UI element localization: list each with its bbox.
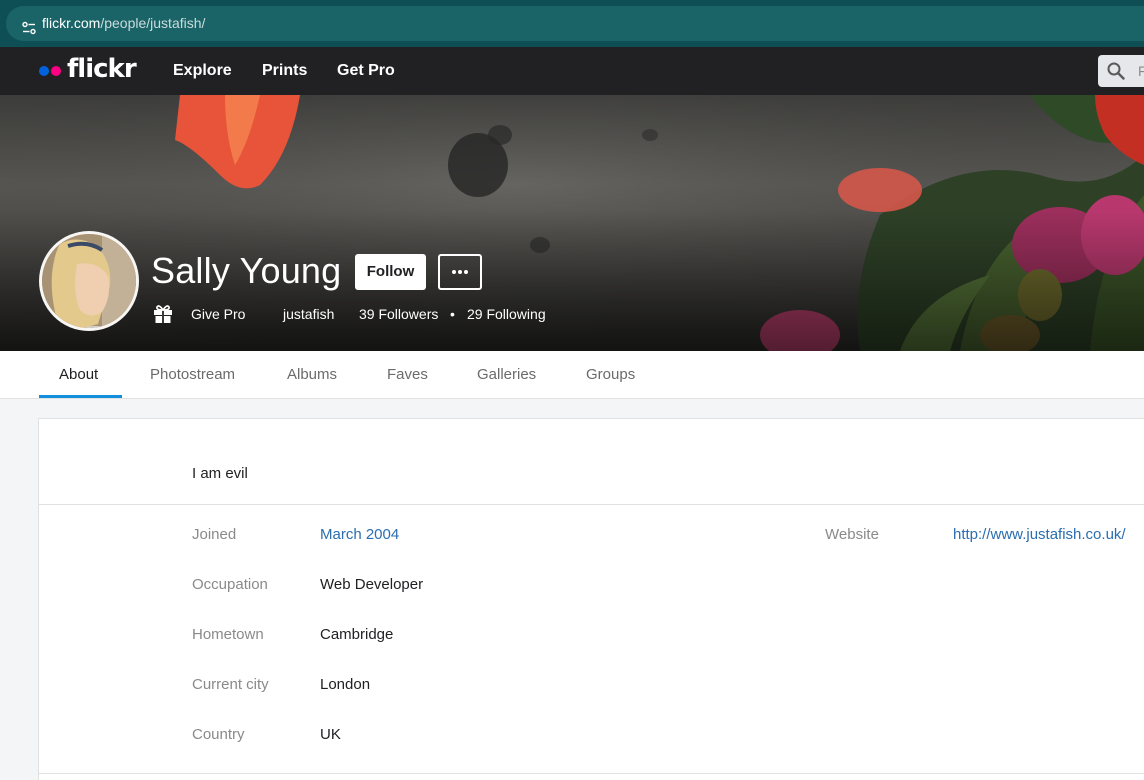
occupation-label: Occupation	[192, 576, 268, 593]
url-path: /people/justafish/	[100, 15, 206, 31]
country-label: Country	[192, 726, 245, 743]
tab-galleries[interactable]: Galleries	[477, 366, 536, 383]
current-city-label: Current city	[192, 676, 269, 693]
occupation-value: Web Developer	[320, 576, 424, 593]
follow-button[interactable]: Follow	[355, 254, 426, 290]
hometown-label: Hometown	[192, 626, 264, 643]
more-options-icon	[452, 270, 456, 274]
profile-tabs: About Photostream Albums Faves Galleries…	[0, 351, 1144, 399]
active-tab-indicator	[39, 395, 122, 398]
search-icon[interactable]	[1107, 62, 1125, 80]
gift-icon[interactable]	[153, 304, 173, 324]
tab-groups[interactable]: Groups	[586, 366, 635, 383]
tab-faves[interactable]: Faves	[387, 366, 428, 383]
search-input[interactable]: F	[1098, 55, 1144, 87]
following-link[interactable]: 29 Following	[467, 306, 546, 322]
current-city-value: London	[320, 676, 371, 693]
give-pro-link[interactable]: Give Pro	[191, 306, 245, 322]
logo-blue-dot	[39, 66, 49, 76]
profile-description: I am evil	[192, 465, 248, 482]
tab-albums[interactable]: Albums	[287, 366, 337, 383]
nav-prints-link[interactable]: Prints	[262, 62, 307, 80]
tab-photostream[interactable]: Photostream	[150, 366, 235, 383]
country-value: UK	[320, 726, 341, 743]
nav-explore-link[interactable]: Explore	[173, 62, 232, 80]
followers-link[interactable]: 39 Followers	[359, 306, 438, 322]
site-navbar: flickr Explore Prints Get Pro F	[0, 47, 1144, 95]
url-text[interactable]: flickr.com/people/justafish/	[42, 15, 205, 31]
flickr-logo[interactable]: flickr	[39, 54, 137, 86]
divider	[39, 504, 1144, 505]
username: justafish	[283, 306, 335, 322]
meta-separator: •	[450, 306, 455, 322]
divider-bottom	[39, 773, 1144, 774]
website-link[interactable]: http://www.justafish.co.uk/	[953, 526, 1126, 543]
nav-get-pro-link[interactable]: Get Pro	[337, 62, 395, 80]
hometown-value: Cambridge	[320, 626, 394, 643]
site-settings-icon[interactable]	[22, 21, 36, 35]
about-card: I am evil Joined March 2004 Occupation W…	[38, 418, 1144, 780]
logo-wordmark: flickr	[67, 54, 137, 84]
search-placeholder: F	[1138, 63, 1144, 79]
profile-name: Sally Young	[151, 250, 342, 291]
more-options-button[interactable]	[438, 254, 482, 290]
more-options-icon-dot-3	[464, 270, 468, 274]
browser-address-bar: flickr.com/people/justafish/	[0, 0, 1144, 47]
more-options-icon-dot-2	[458, 270, 462, 274]
tab-about[interactable]: About	[59, 366, 98, 383]
website-label: Website	[825, 526, 879, 543]
avatar[interactable]	[39, 231, 139, 331]
url-host: flickr.com	[42, 15, 101, 31]
logo-pink-dot	[51, 66, 61, 76]
joined-value[interactable]: March 2004	[320, 526, 399, 543]
joined-label: Joined	[192, 526, 237, 543]
